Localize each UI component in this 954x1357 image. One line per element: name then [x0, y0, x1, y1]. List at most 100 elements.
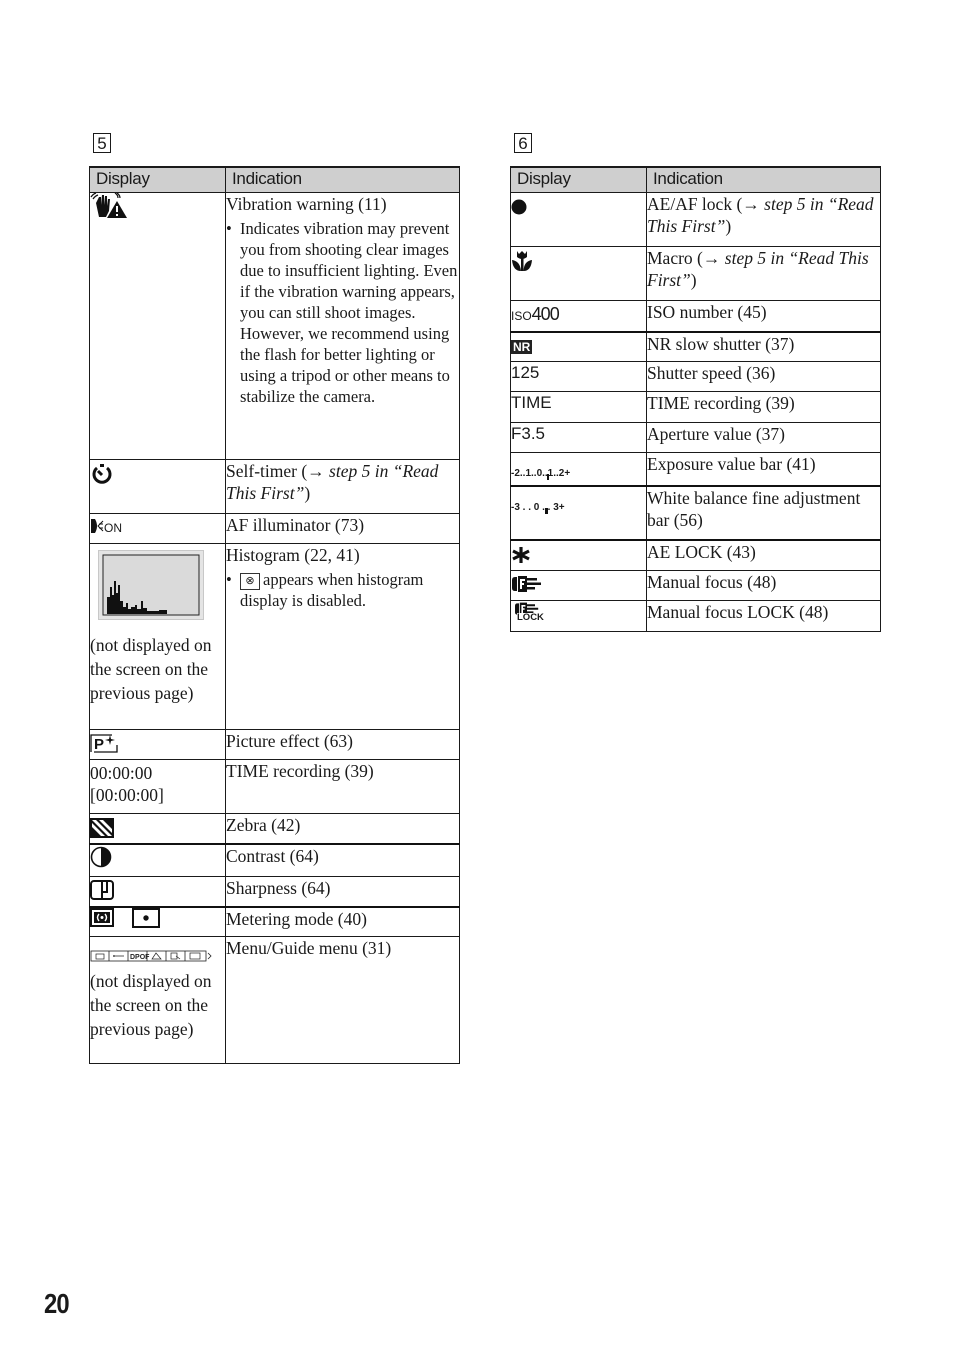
table-row: TIME TIME recording (39) — [510, 391, 881, 423]
row-title-end: ) — [690, 270, 697, 290]
arrow-icon: → — [742, 194, 760, 214]
row-title: Menu/Guide menu (31) — [225, 936, 460, 1064]
bullet-item: • Indicates vibration may prevent you fro… — [226, 219, 458, 406]
row-title: AE/AF lock ( — [647, 194, 743, 214]
bullet-item: • ⊗ appears when histogram display is disa… — [226, 570, 424, 610]
iso-icon: ISO400 — [511, 303, 560, 327]
bullet-text: appears when histogram display is disabl… — [240, 570, 424, 610]
table-row: P Picture effect (63) — [89, 729, 460, 760]
row-title-end: ) — [725, 216, 732, 236]
section-6-label: 6 — [514, 133, 532, 153]
row-title: Sharpness (64) — [225, 876, 460, 907]
row-title: AE LOCK (43) — [646, 539, 881, 571]
row-title: Macro ( — [647, 248, 703, 268]
white-balance-bar-icon: -3 . . 0 . . 3+ — [511, 497, 565, 519]
af-illuminator-icon: ON — [90, 517, 122, 539]
header-row: Display Indication — [89, 166, 460, 193]
iso-label: ISO — [511, 309, 532, 323]
table-row: Zebra (42) — [89, 813, 460, 844]
table-row: ISO400 ISO number (45) — [510, 300, 881, 332]
picture-effect-icon: P — [90, 733, 118, 753]
table-row: LOCK Manual focus LOCK (48) — [510, 599, 881, 632]
manual-focus-icon — [512, 576, 541, 593]
table-row: F3.5 Aperture value (37) — [510, 422, 881, 453]
page-number: 20 — [44, 1288, 70, 1319]
iso-value: 400 — [531, 304, 560, 324]
header-display: Display — [89, 166, 226, 193]
table-row: 00:00:00 [00:00:00] TIME recording (39) — [89, 759, 460, 814]
arrow-icon: → — [702, 248, 721, 268]
section-5-table: Display Indication Vibration warning (11… — [89, 166, 460, 1064]
display-note: (not displayed on the screen on the prev… — [90, 971, 212, 1039]
svg-text:P: P — [94, 736, 104, 753]
row-title: NR slow shutter (37) — [646, 331, 881, 362]
row-title: Manual focus LOCK (48) — [646, 599, 881, 632]
ae-af-lock-icon — [511, 199, 527, 215]
table-row: NR NR slow shutter (37) — [510, 331, 881, 362]
table-row: Vibration warning (11) • Indicates vibrat… — [89, 192, 460, 460]
manual-focus-lock-icon: LOCK — [511, 601, 551, 625]
wb-bar-scale: -3 . . 0 . . 3+ — [511, 502, 565, 513]
nr-icon: NR — [511, 339, 533, 354]
vibration-warning-icon — [90, 193, 127, 218]
row-title: Picture effect (63) — [225, 729, 460, 760]
aperture-display: F3.5 — [510, 422, 647, 453]
row-title: Zebra (42) — [225, 813, 460, 844]
row-title: ISO number (45) — [646, 300, 881, 332]
row-title: Metering mode (40) — [225, 906, 460, 937]
row-title: TIME recording (39) — [646, 391, 881, 423]
row-title: Contrast (64) — [225, 843, 460, 877]
row-title: Histogram (22, 41) — [226, 545, 360, 565]
row-title-end: ) — [304, 483, 311, 503]
row-title: Self-timer ( — [226, 461, 308, 481]
dpof-label: DPOF — [130, 954, 150, 961]
arrow-icon: → — [307, 461, 325, 481]
row-title: TIME recording (39) — [225, 759, 460, 814]
row-title: Manual focus (48) — [646, 569, 881, 601]
table-row: 125 Shutter speed (36) — [510, 361, 881, 392]
table-row: AE LOCK (43) — [510, 539, 881, 571]
ev-bar-scale: -2..1..0..1..2+ — [511, 468, 571, 479]
af-illuminator-label: ON — [104, 521, 122, 536]
table-row: -2..1..0..1..2+ Exposure value bar (41) — [510, 452, 881, 487]
time-display: 00:00:00 [00:00:00] — [89, 759, 226, 814]
header-display: Display — [510, 166, 647, 193]
header-indication: Indication — [225, 166, 460, 193]
table-row: ON AF illuminator (73) — [89, 513, 460, 544]
table-row: Contrast (64) — [89, 843, 460, 877]
menu-guide-icon: DPOF — [90, 950, 212, 962]
display-note: (not displayed on the screen on the prev… — [90, 635, 212, 703]
histogram-icon — [98, 550, 204, 620]
lock-label: LOCK — [517, 612, 544, 624]
zebra-icon — [90, 817, 114, 838]
row-title: Shutter speed (36) — [646, 361, 881, 392]
shutter-speed-display: 125 — [510, 361, 647, 392]
table-row: Metering mode (40) — [89, 906, 460, 937]
row-title: Vibration warning (11) — [226, 194, 387, 214]
bullet-text: Indicates vibration may prevent you from… — [240, 219, 458, 406]
row-title: Aperture value (37) — [646, 422, 881, 453]
table-row: -3 . . 0 . . 3+ White balance fine adjus… — [510, 485, 881, 541]
table-row: Sharpness (64) — [89, 876, 460, 907]
sharpness-icon — [90, 879, 114, 900]
table-row: (not displayed on the screen on the prev… — [89, 543, 460, 730]
time-display: TIME — [510, 391, 647, 423]
header-row: Display Indication — [510, 166, 881, 193]
macro-icon — [512, 250, 532, 271]
ae-lock-icon — [512, 546, 530, 563]
section-6-table: Display Indication AE/AF lock (→ step 5 … — [510, 166, 881, 632]
metering-mode-icon — [90, 907, 162, 933]
row-title: White balance fine adjustment bar (56) — [646, 485, 881, 541]
contrast-icon — [90, 847, 112, 868]
histogram-disabled-icon: ⊗ — [240, 572, 260, 590]
table-row: Self-timer (→ step 5 in “Read This First… — [89, 459, 460, 514]
self-timer-icon — [92, 464, 112, 484]
table-row: DPOF (not displayed on the screen on the… — [89, 936, 460, 1064]
table-row: AE/AF lock (→ step 5 in “Read This First… — [510, 192, 881, 247]
header-indication: Indication — [646, 166, 881, 193]
table-row: Manual focus (48) — [510, 569, 881, 601]
exposure-value-bar-icon: -2..1..0..1..2+ — [511, 463, 570, 485]
row-title: AF illuminator (73) — [225, 513, 460, 544]
row-title: Exposure value bar (41) — [646, 452, 881, 487]
table-row: Macro (→ step 5 in “Read This First”) — [510, 246, 881, 301]
